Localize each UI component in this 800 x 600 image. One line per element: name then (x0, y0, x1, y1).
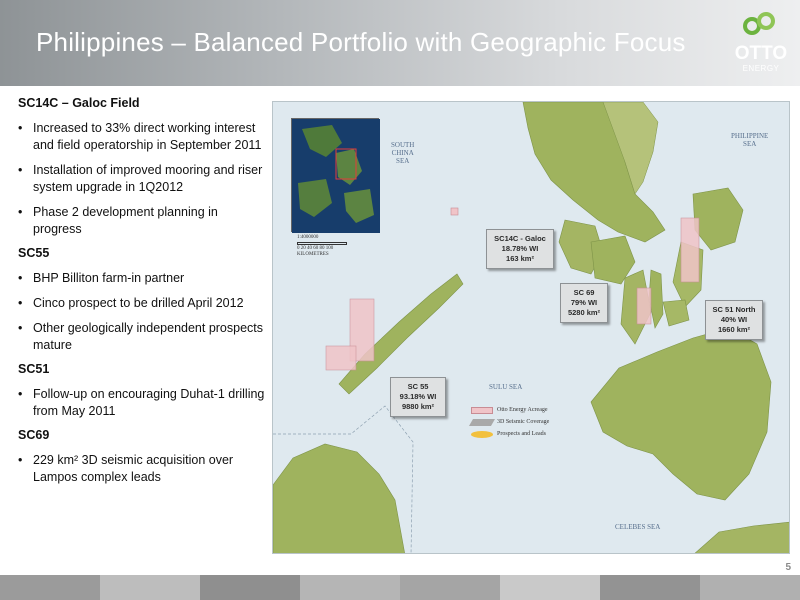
callout-wi: 18.78% WI (501, 244, 539, 253)
philippine-sea-label: PHILIPPINE SEA (731, 132, 768, 148)
legend-label: 3D Seismic Coverage (497, 419, 550, 425)
footer-bar-segment (500, 575, 600, 600)
scale-bar (297, 242, 347, 245)
callout-area: 5280 km² (567, 308, 601, 317)
inset-graphic (292, 119, 380, 233)
sc55-callout: SC 55 93.18% WI 9880 km² (390, 377, 446, 417)
south-china-sea-label: SOUTH CHINA SEA (391, 141, 414, 165)
callout-wi: 93.18% WI (399, 392, 437, 401)
acreage-swatch (471, 406, 493, 414)
callout-name: SC 69 (573, 288, 595, 297)
sea-label-line: SEA (396, 157, 410, 165)
section-heading: SC55 (18, 246, 50, 260)
bullet-item: Increased to 33% direct working interest… (18, 120, 268, 154)
prospects-swatch (471, 430, 493, 438)
sea-label-line: CHINA (391, 149, 414, 157)
seismic-swatch (468, 418, 496, 426)
callout-wi: 40% WI (720, 315, 748, 324)
map-legend: Otto Energy Acreage 3D Seismic Coverage … (468, 404, 550, 440)
sc69-acreage-block (636, 287, 652, 325)
map-scale: 1:4000000 0 20 40 60 80 100 KILOMETRES (297, 235, 347, 258)
logo-rings-icon (743, 12, 775, 35)
sc14c-acreage-block (450, 207, 459, 216)
logo-text: OTTO (734, 43, 788, 64)
sc14c-callout: SC14C - Galoc 18.78% WI 163 km² (486, 229, 554, 269)
legend-label: Otto Energy Acreage (497, 407, 548, 413)
footer-bar-segment (100, 575, 200, 600)
otto-energy-logo: OTTO ENERGY (728, 10, 794, 76)
callout-area: 9880 km² (401, 402, 435, 411)
callout-name: SC14C - Galoc (494, 234, 546, 243)
section-heading: SC14C – Galoc Field (18, 96, 140, 110)
callout-area: 163 km² (506, 254, 534, 263)
callout-name: SC 55 (407, 382, 429, 391)
footer-color-bar (0, 575, 800, 600)
legend-row-prospects: Prospects and Leads (471, 428, 549, 440)
regional-inset-map (291, 118, 380, 233)
sc51-acreage-block (680, 217, 700, 283)
sc55-acreage-block-south (325, 345, 357, 371)
logo-subtext: ENERGY (742, 64, 780, 73)
scale-unit: KILOMETRES (297, 252, 329, 257)
legend-row-seismic: 3D Seismic Coverage (468, 416, 550, 428)
footer-bar-segment (300, 575, 400, 600)
sea-label-line: SOUTH (391, 141, 415, 149)
philippines-map: 1:4000000 0 20 40 60 80 100 KILOMETRES S… (272, 101, 790, 554)
bullet-item: Installation of improved mooring and ris… (18, 162, 268, 196)
section-heading: SC51 (18, 362, 50, 376)
slide-title: Philippines – Balanced Portfolio with Ge… (36, 27, 686, 57)
bullet-item: 229 km² 3D seismic acquisition over Lamp… (18, 452, 268, 486)
project-summary: SC14C – Galoc Field Increased to 33% dir… (18, 96, 268, 494)
callout-wi: 79% WI (570, 298, 598, 307)
legend-row-acreage: Otto Energy Acreage (471, 404, 549, 416)
slide-header: Philippines – Balanced Portfolio with Ge… (0, 0, 800, 86)
page-number: 5 (785, 562, 791, 573)
bullet-item: BHP Billiton farm-in partner (18, 270, 268, 287)
bullet-item: Follow-up on encouraging Duhat-1 drillin… (18, 386, 268, 420)
footer-bar-segment (0, 575, 100, 600)
callout-name: SC 51 North (712, 305, 756, 314)
celebes-sea-label: CELEBES SEA (615, 523, 661, 531)
bullet-item: Phase 2 development planning in progress (18, 204, 268, 238)
sulu-sea-label: SULU SEA (489, 383, 523, 391)
footer-bar-segment (600, 575, 700, 600)
sc51-callout: SC 51 North 40% WI 1660 km² (705, 300, 763, 340)
bullet-item: Cinco prospect to be drilled April 2012 (18, 295, 268, 312)
legend-label: Prospects and Leads (497, 431, 546, 437)
sea-label-line: SEA (743, 140, 757, 148)
section-heading: SC69 (18, 428, 50, 442)
bullet-item: Other geologically independent prospects… (18, 320, 268, 354)
footer-bar-segment (400, 575, 500, 600)
scale-ratio: 1:4000000 (297, 235, 319, 240)
footer-bar-segment (700, 575, 800, 600)
sc69-callout: SC 69 79% WI 5280 km² (560, 283, 608, 323)
sea-label-line: PHILIPPINE (731, 132, 769, 140)
footer-bar-segment (200, 575, 300, 600)
callout-area: 1660 km² (717, 325, 751, 334)
